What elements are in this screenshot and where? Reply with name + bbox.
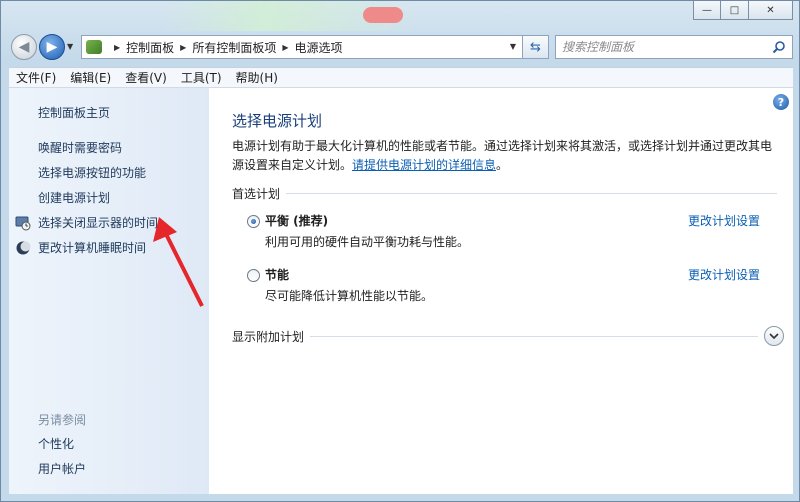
menu-view[interactable]: 查看(V) bbox=[118, 69, 174, 86]
page-title: 选择电源计划 bbox=[232, 112, 323, 130]
plan-name-balanced[interactable]: 平衡 (推荐) bbox=[265, 212, 328, 229]
menu-bar: 文件(F) 编辑(E) 查看(V) 工具(T) 帮助(H) bbox=[9, 67, 793, 87]
search-box bbox=[555, 35, 793, 59]
address-row: ◀ ▶ ▼ ▶ 控制面板 ▶ 所有控制面板项 ▶ 电源选项 ▼ ⇆ bbox=[9, 33, 793, 61]
recent-pages-dropdown[interactable]: ▼ bbox=[67, 42, 73, 51]
description-line-2: 源设置来自定义计划。请提供电源计划的详细信息。 bbox=[232, 156, 782, 175]
radio-power-saver[interactable] bbox=[247, 269, 260, 282]
address-bar[interactable]: ▶ 控制面板 ▶ 所有控制面板项 ▶ 电源选项 ▼ bbox=[81, 35, 523, 59]
main-panel: ? 选择电源计划 电源计划有助于最大化计算机的性能或者节能。通过选择计划来将其激… bbox=[209, 88, 793, 494]
content-area: 控制面板主页 唤醒时需要密码 选择电源按钮的功能 创建电源计划 选择关闭显示器的… bbox=[9, 87, 793, 494]
sidebar-item-sleep-time[interactable]: 更改计算机睡眠时间 bbox=[15, 239, 146, 256]
minimize-button[interactable]: — bbox=[693, 1, 721, 20]
radio-balanced[interactable] bbox=[247, 215, 260, 228]
description-text: 源设置来自定义计划。 bbox=[232, 158, 353, 172]
search-input[interactable] bbox=[562, 40, 762, 54]
sidebar-item-label: 更改计算机睡眠时间 bbox=[38, 241, 147, 255]
caption-buttons: — □ ✕ bbox=[693, 1, 793, 20]
expand-button[interactable] bbox=[764, 326, 784, 346]
menu-tools[interactable]: 工具(T) bbox=[174, 69, 229, 86]
sidebar-item-display-off[interactable]: 选择关闭显示器的时间 bbox=[15, 214, 158, 231]
preferred-plans-label: 首选计划 bbox=[232, 186, 281, 201]
see-also-title: 另请参阅 bbox=[38, 413, 87, 427]
divider bbox=[286, 192, 777, 194]
chevron-right-icon[interactable]: ▶ bbox=[180, 43, 186, 52]
help-icon[interactable]: ? bbox=[773, 94, 789, 110]
divider bbox=[310, 335, 758, 337]
breadcrumb-control-panel[interactable]: 控制面板 bbox=[126, 39, 174, 56]
forward-button[interactable]: ▶ bbox=[39, 34, 65, 60]
sidebar-item-create-plan[interactable]: 创建电源计划 bbox=[38, 189, 110, 206]
sidebar-item-label: 选择关闭显示器的时间 bbox=[38, 216, 159, 230]
plan-details-link[interactable]: 请提供电源计划的详细信息 bbox=[352, 158, 496, 172]
menu-help[interactable]: 帮助(H) bbox=[229, 69, 285, 86]
sidebar-item-user-accounts[interactable]: 用户帐户 bbox=[38, 460, 86, 477]
description-line-1: 电源计划有助于最大化计算机的性能或者节能。通过选择计划来将其激活，或选择计划并通… bbox=[232, 139, 773, 153]
plan-desc-balanced: 利用可用的硬件自动平衡功耗与性能。 bbox=[265, 235, 470, 249]
chevron-down-icon bbox=[769, 333, 779, 340]
arrow-left-icon: ◀ bbox=[18, 39, 30, 55]
plan-name-power-saver[interactable]: 节能 bbox=[265, 266, 289, 283]
show-additional-plans-label: 显示附加计划 bbox=[232, 329, 305, 344]
show-additional-plans[interactable]: 显示附加计划 bbox=[232, 326, 784, 346]
sidebar-item-power-button[interactable]: 选择电源按钮的功能 bbox=[38, 164, 146, 181]
preferred-plans-header: 首选计划 bbox=[232, 185, 777, 201]
sidebar-item-home[interactable]: 控制面板主页 bbox=[38, 104, 110, 121]
display-clock-icon bbox=[15, 216, 31, 230]
back-button[interactable]: ◀ bbox=[11, 34, 37, 60]
address-dropdown-icon[interactable]: ▼ bbox=[510, 42, 516, 51]
page-description: 电源计划有助于最大化计算机的性能或者节能。通过选择计划来将其激活，或选择计划并通… bbox=[232, 137, 782, 175]
menu-edit[interactable]: 编辑(E) bbox=[63, 69, 118, 86]
chevron-right-icon[interactable]: ▶ bbox=[114, 43, 120, 52]
arrow-right-icon: ▶ bbox=[46, 39, 58, 55]
menu-file[interactable]: 文件(F) bbox=[9, 69, 63, 86]
refresh-icon: ⇆ bbox=[530, 39, 541, 55]
sidebar-item-wake-password[interactable]: 唤醒时需要密码 bbox=[38, 139, 122, 156]
sidebar-item-personalization[interactable]: 个性化 bbox=[38, 435, 74, 452]
description-text: 。 bbox=[496, 158, 509, 172]
refresh-button[interactable]: ⇆ bbox=[523, 35, 549, 59]
change-plan-settings-power-saver[interactable]: 更改计划设置 bbox=[688, 266, 760, 283]
change-plan-settings-balanced[interactable]: 更改计划设置 bbox=[688, 212, 760, 229]
plan-desc-power-saver: 尽可能降低计算机性能以节能。 bbox=[265, 289, 434, 303]
breadcrumb-power-options[interactable]: 电源选项 bbox=[295, 39, 343, 56]
breadcrumb-all-items[interactable]: 所有控制面板项 bbox=[192, 39, 276, 56]
title-decoration-badge bbox=[363, 7, 403, 23]
control-panel-icon bbox=[86, 40, 102, 54]
chevron-right-icon[interactable]: ▶ bbox=[282, 43, 288, 52]
control-panel-window: — □ ✕ ◀ ▶ ▼ ▶ 控制面板 ▶ 所有控制面板项 ▶ 电源选项 ▼ ⇆ … bbox=[0, 0, 800, 502]
close-button[interactable]: ✕ bbox=[749, 1, 793, 20]
sidebar: 控制面板主页 唤醒时需要密码 选择电源按钮的功能 创建电源计划 选择关闭显示器的… bbox=[9, 88, 209, 494]
moon-icon bbox=[16, 241, 31, 254]
maximize-button[interactable]: □ bbox=[721, 1, 749, 20]
search-icon[interactable] bbox=[772, 40, 786, 54]
